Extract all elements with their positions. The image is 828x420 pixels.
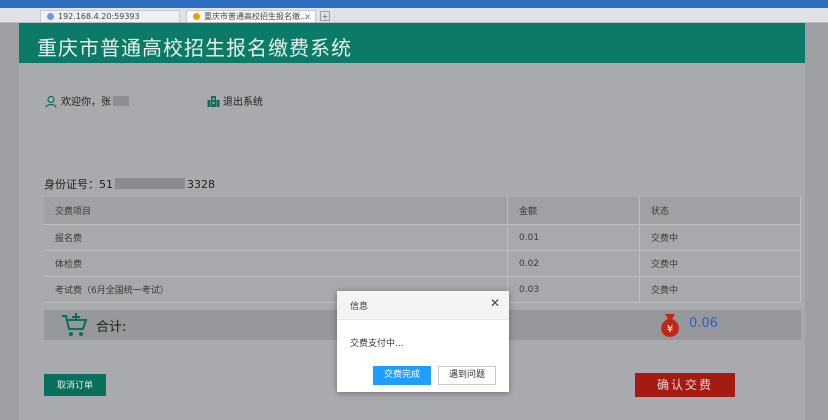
user-icon: [45, 95, 58, 111]
encounter-problem-button[interactable]: 遇到问题: [438, 366, 496, 385]
cart-icon: [60, 312, 88, 342]
payment-done-button[interactable]: 交费完成: [373, 366, 431, 385]
info-dialog: 信息 ✕ 交费支付中... 交费完成 遇到问题: [337, 291, 509, 392]
money-bag-icon: ¥: [656, 311, 684, 343]
fee-amount: 0.03: [507, 276, 640, 303]
fee-status: 交费中: [639, 276, 801, 303]
table-row: 报名费 0.01 交费中: [44, 224, 801, 251]
site-favicon-icon: [193, 13, 200, 20]
logout-label: 退出系统: [223, 97, 263, 108]
fee-status: 交费中: [639, 224, 801, 251]
close-icon[interactable]: ✕: [488, 295, 502, 311]
os-taskbar: [0, 0, 828, 8]
cancel-order-button[interactable]: 取消订单: [44, 374, 106, 396]
redacted-name: [113, 96, 129, 106]
redacted-id: [115, 178, 185, 189]
fee-table: 交费项目 金额 状态 报名费 0.01 交费中 体检费 0.02 交费中 考试费…: [44, 197, 801, 303]
id-card-suffix: 3328: [187, 178, 215, 191]
fee-item: 体检费: [44, 250, 508, 277]
building-icon: [207, 95, 220, 111]
logout-link[interactable]: 退出系统: [207, 93, 263, 111]
browser-tab-active[interactable]: 重庆市普通高校招生报名缴... ×: [186, 10, 316, 22]
fee-amount: 0.01: [507, 224, 640, 251]
svg-text:¥: ¥: [667, 324, 673, 335]
tab-close-icon[interactable]: ×: [304, 11, 311, 22]
id-card-number: 身份证号：51 3328: [44, 176, 215, 192]
fee-item: 报名费: [44, 224, 508, 251]
dialog-message: 交费支付中...: [350, 339, 404, 349]
total-amount: 0.06: [689, 316, 718, 331]
new-tab-button[interactable]: +: [320, 11, 330, 21]
page-header: 重庆市普通高校招生报名缴费系统: [19, 23, 805, 63]
fee-amount: 0.02: [507, 250, 640, 277]
id-card-label: 身份证号：: [44, 178, 99, 191]
dialog-title: 信息: [350, 302, 369, 312]
table-header-row: 交费项目 金额 状态: [44, 197, 801, 225]
column-header-amount: 金额: [507, 197, 640, 225]
total-label: 合计:: [96, 320, 127, 335]
fee-status: 交费中: [639, 250, 801, 277]
welcome-text: 欢迎你，张: [45, 93, 129, 111]
dialog-header: 信息 ✕: [337, 291, 509, 320]
tab-label: 192.168.4.20:59393: [58, 12, 140, 21]
welcome-label: 欢迎你，张: [61, 97, 111, 108]
column-header-item: 交费项目: [44, 197, 508, 225]
globe-icon: [47, 13, 54, 20]
page-title: 重庆市普通高校招生报名缴费系统: [37, 36, 352, 60]
browser-tabstrip: 192.168.4.20:59393 重庆市普通高校招生报名缴... × +: [0, 8, 828, 23]
tab-label: 重庆市普通高校招生报名缴...: [204, 12, 308, 21]
browser-tab[interactable]: 192.168.4.20:59393: [40, 10, 180, 22]
column-header-status: 状态: [639, 197, 801, 225]
confirm-payment-button[interactable]: 确认交费: [635, 373, 735, 397]
id-card-prefix: 51: [99, 178, 113, 191]
table-row: 体检费 0.02 交费中: [44, 250, 801, 277]
